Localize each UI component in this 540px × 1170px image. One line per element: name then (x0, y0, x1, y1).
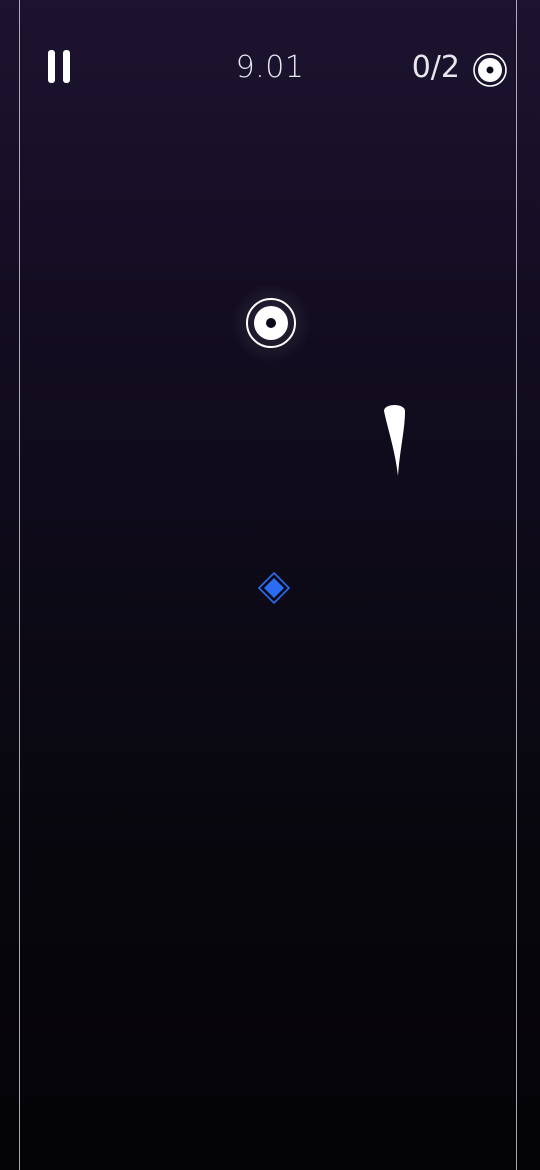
pause-icon-left-bar (48, 50, 55, 83)
timer-readout: 9.01 (235, 50, 305, 85)
pause-button[interactable] (40, 44, 80, 90)
left-boundary-line (19, 0, 20, 1170)
right-boundary-line (516, 0, 517, 1170)
game-canvas[interactable]: 9.01 0/2 (0, 0, 540, 1170)
target-ring-icon (473, 53, 507, 87)
target-orb[interactable] (231, 283, 311, 363)
collected-counter: 0/2 (411, 50, 460, 85)
comet-icon (384, 405, 405, 476)
diamond-icon (258, 572, 290, 604)
pause-icon-right-bar (63, 50, 70, 83)
target-ring-icon (246, 298, 296, 348)
